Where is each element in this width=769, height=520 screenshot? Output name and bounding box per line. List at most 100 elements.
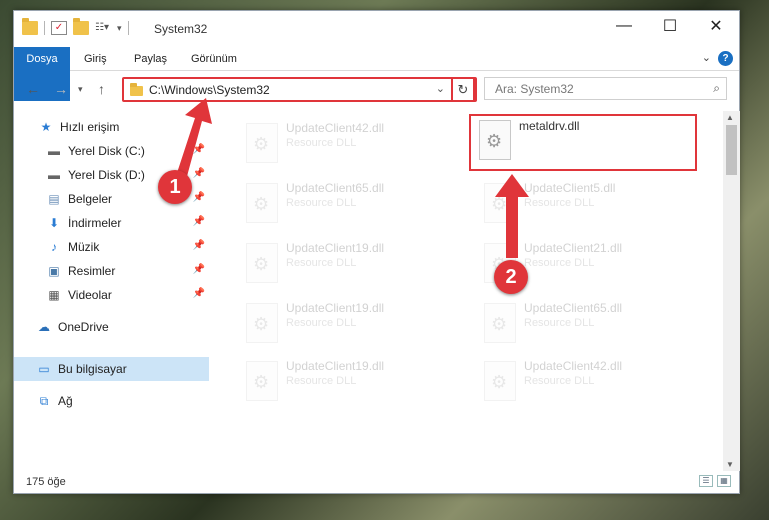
file-item-selected[interactable]: ⚙ metaldrv.dll — [469, 114, 697, 171]
sidebar-item-label: Yerel Disk (C:) — [68, 144, 145, 158]
pictures-icon: ▣ — [48, 264, 60, 278]
pin-icon[interactable]: 📌 — [193, 192, 205, 203]
file-type: Resource DLL — [524, 257, 595, 269]
file-name: UpdateClient5.dll — [524, 181, 616, 195]
divider — [127, 21, 129, 35]
music-icon: ♪ — [51, 240, 57, 254]
view-toggles: ☰ ▦ — [699, 475, 731, 487]
refresh-icon[interactable]: ↻ — [451, 77, 475, 102]
ribbon-tabs: Dosya Giriş Paylaş Görünüm ⌄ ? — [14, 47, 739, 101]
pin-icon[interactable]: 📌 — [193, 240, 205, 251]
dll-file-icon: ⚙ — [246, 123, 278, 163]
expand-ribbon-icon[interactable]: ⌄ — [702, 51, 711, 64]
scroll-up-icon[interactable]: ▲ — [726, 113, 734, 122]
star-icon: ★ — [40, 120, 52, 134]
explorer-window: ✓ ☷▾ ▾ System32 — ☐ ✕ Dosya Giriş Paylaş… — [13, 10, 740, 494]
recent-locations-icon[interactable]: ▾ — [78, 84, 83, 95]
file-item[interactable]: ⚙ UpdateClient42.dll Resource DLL — [234, 115, 464, 169]
back-arrow-icon[interactable]: ← — [26, 81, 40, 97]
minimize-button[interactable]: — — [601, 11, 647, 41]
sidebar-item-label: Belgeler — [68, 192, 113, 206]
pin-icon[interactable]: 📌 — [193, 288, 205, 299]
file-item[interactable]: ⚙ UpdateClient19.dll Resource DLL — [234, 235, 464, 289]
properties-icon[interactable]: ✓ — [51, 21, 67, 35]
dll-file-icon: ⚙ — [484, 361, 516, 401]
view-options-icon[interactable]: ☷▾ — [95, 21, 111, 35]
tab-view[interactable]: Görünüm — [179, 47, 249, 71]
search-icon[interactable]: ⌕ — [713, 81, 720, 96]
file-type: Resource DLL — [524, 375, 595, 387]
sidebar-item-music[interactable]: ♪ Müzik 📌 — [14, 235, 209, 259]
new-folder-icon[interactable] — [73, 18, 89, 35]
large-icons-view-icon[interactable]: ▦ — [717, 475, 731, 487]
dll-file-icon: ⚙ — [484, 183, 516, 223]
vertical-scrollbar[interactable]: ▲ ▼ — [723, 111, 740, 471]
sidebar-item-this-pc[interactable]: ▭ Bu bilgisayar — [14, 357, 209, 381]
tab-share[interactable]: Paylaş — [122, 47, 179, 71]
file-list: ⚙ UpdateClient42.dll Resource DLL ⚙ meta… — [222, 111, 722, 463]
file-name: metaldrv.dll — [519, 119, 580, 133]
search-box[interactable]: Ara: System32 ⌕ — [484, 77, 727, 100]
maximize-button[interactable]: ☐ — [647, 11, 693, 41]
pin-icon[interactable]: 📌 — [193, 264, 205, 275]
sidebar-item-label: Bu bilgisayar — [58, 362, 127, 376]
pin-icon[interactable]: 📌 — [193, 216, 205, 227]
file-name: UpdateClient19.dll — [286, 301, 385, 315]
title-bar: ✓ ☷▾ ▾ System32 — ☐ ✕ — [14, 11, 739, 47]
downloads-icon: ⬇ — [48, 216, 60, 230]
file-item[interactable]: ⚙ UpdateClient19.dll Resource DLL — [234, 295, 464, 349]
file-item[interactable]: ⚙ UpdateClient19.dll Resource DLL — [234, 353, 464, 407]
file-type: Resource DLL — [286, 197, 357, 209]
pin-icon[interactable]: 📌 — [193, 144, 205, 155]
divider — [44, 21, 45, 35]
sidebar-item-network[interactable]: ⧉ Ağ — [14, 389, 209, 413]
dll-file-icon: ⚙ — [246, 361, 278, 401]
sidebar-item-label: OneDrive — [58, 320, 109, 334]
sidebar-item-videos[interactable]: ▦ Videolar 📌 — [14, 283, 209, 307]
address-path[interactable]: C:\Windows\System32 — [149, 83, 270, 97]
help-icon[interactable]: ? — [718, 51, 733, 66]
sidebar-item-quick-access[interactable]: ★ Hızlı erişim — [14, 115, 209, 139]
file-item[interactable]: ⚙ UpdateClient5.dll Resource DLL — [472, 175, 702, 229]
sidebar-item-label: Videolar — [68, 288, 112, 302]
window-controls: — ☐ ✕ — [601, 11, 739, 41]
sidebar-item-label: İndirmeler — [68, 216, 122, 230]
customize-toolbar-icon[interactable]: ▾ — [117, 23, 122, 34]
sidebar-item-onedrive[interactable]: ☁ OneDrive — [14, 315, 209, 339]
videos-icon: ▦ — [48, 288, 60, 302]
sidebar-item-local-disk-c[interactable]: ▬ Yerel Disk (C:) 📌 — [14, 139, 209, 163]
tab-home[interactable]: Giriş — [72, 47, 119, 71]
file-name: UpdateClient65.dll — [286, 181, 385, 195]
file-item[interactable]: ⚙ UpdateClient65.dll Resource DLL — [234, 175, 464, 229]
folder-icon — [22, 18, 38, 35]
file-name: UpdateClient19.dll — [286, 241, 385, 255]
cloud-icon: ☁ — [38, 320, 50, 334]
file-type: Resource DLL — [286, 375, 357, 387]
file-type: Resource DLL — [286, 137, 357, 149]
dll-file-icon: ⚙ — [246, 243, 278, 283]
file-name: UpdateClient65.dll — [524, 301, 623, 315]
sidebar-item-label: Ağ — [58, 394, 73, 408]
sidebar-item-label: Resimler — [68, 264, 116, 278]
pin-icon[interactable]: 📌 — [193, 168, 205, 179]
sidebar-item-pictures[interactable]: ▣ Resimler 📌 — [14, 259, 209, 283]
folder-icon — [130, 83, 143, 96]
close-button[interactable]: ✕ — [693, 11, 739, 41]
address-bar[interactable]: C:\Windows\System32 ⌄ ↻ — [122, 77, 477, 102]
details-view-icon[interactable]: ☰ — [699, 475, 713, 487]
forward-arrow-icon[interactable]: → — [54, 81, 68, 97]
up-arrow-icon[interactable]: ↑ — [98, 81, 105, 97]
window-title: System32 — [154, 22, 208, 36]
file-item[interactable]: ⚙ UpdateClient42.dll Resource DLL — [472, 353, 702, 407]
scrollbar-thumb[interactable] — [726, 125, 737, 175]
scroll-down-icon[interactable]: ▼ — [726, 460, 734, 469]
dll-file-icon: ⚙ — [246, 183, 278, 223]
file-name: UpdateClient42.dll — [286, 121, 385, 135]
file-type: Resource DLL — [524, 197, 595, 209]
file-item[interactable]: ⚙ UpdateClient65.dll Resource DLL — [472, 295, 702, 349]
sidebar-item-downloads[interactable]: ⬇ İndirmeler 📌 — [14, 211, 209, 235]
file-type: Resource DLL — [286, 317, 357, 329]
file-name: UpdateClient42.dll — [524, 359, 623, 373]
address-dropdown-icon[interactable]: ⌄ — [436, 82, 445, 95]
search-placeholder[interactable]: Ara: System32 — [495, 82, 574, 96]
